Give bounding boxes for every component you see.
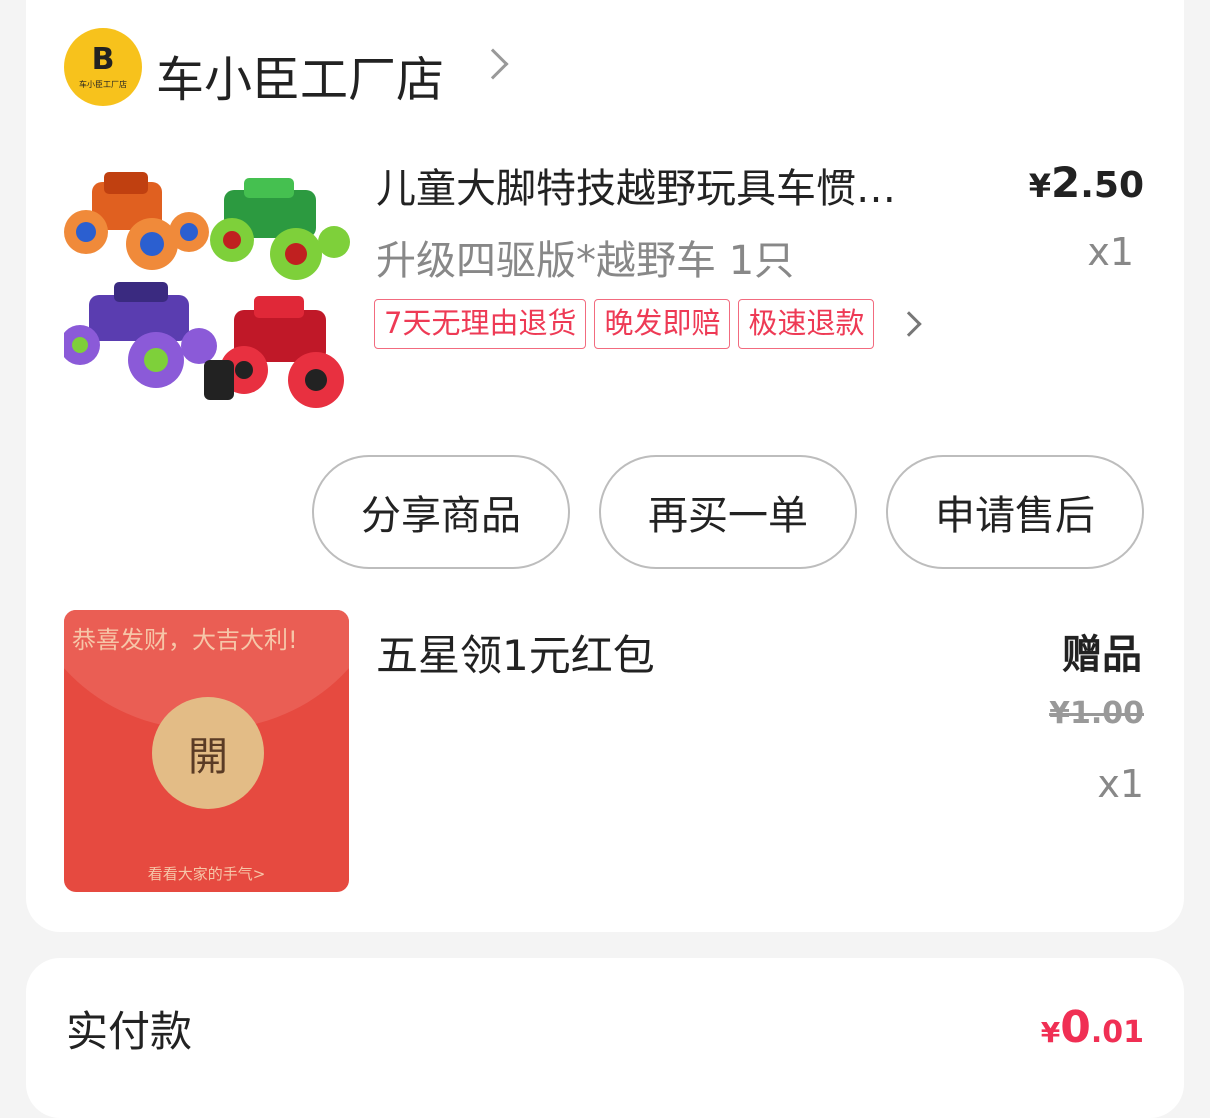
- envelope-greeting: 恭喜发财，大吉大利!: [72, 626, 298, 654]
- tag-7day-return: 7天无理由退货: [374, 299, 587, 349]
- toy-car-purple: [64, 282, 217, 388]
- toy-car-green: [210, 178, 350, 280]
- payment-card: 实付款 ¥0.01: [26, 958, 1184, 1118]
- gift-title[interactable]: 五星领1元红包: [376, 622, 655, 683]
- product-image[interactable]: [64, 160, 352, 418]
- order-card: B 车小臣工厂店 车小臣工厂店 儿童大脚特技越野玩具车惯… ¥2.50 升级四驱…: [26, 0, 1184, 932]
- service-tags[interactable]: 7天无理由退货 晚发即赔 极速退款: [374, 299, 923, 349]
- after-sale-button[interactable]: 申请售后: [886, 455, 1144, 569]
- red-envelope-image[interactable]: 恭喜发财，大吉大利! 開 看看大家的手气>: [64, 610, 349, 892]
- toy-car-orange: [64, 172, 209, 270]
- product-quantity: x1: [1087, 230, 1134, 274]
- toy-car-red: [204, 296, 344, 408]
- chevron-right-icon[interactable]: [477, 48, 509, 80]
- tag-fast-refund: 极速退款: [738, 299, 875, 349]
- gift-original-price: ¥1.00: [1049, 696, 1144, 731]
- payment-amount: ¥0.01: [1040, 1002, 1144, 1053]
- chevron-right-icon[interactable]: [896, 311, 923, 337]
- product-price: ¥2.50: [1028, 158, 1144, 207]
- share-product-button[interactable]: 分享商品: [312, 455, 570, 569]
- envelope-note: 看看大家的手气>: [147, 865, 266, 883]
- shop-name[interactable]: 车小臣工厂店: [156, 40, 444, 110]
- shop-logo-text: 车小臣工厂店: [79, 79, 127, 89]
- shop-logo[interactable]: B 车小臣工厂店: [64, 28, 142, 106]
- payment-label: 实付款: [66, 1007, 193, 1056]
- gift-badge: 赠品: [1062, 632, 1142, 678]
- product-title[interactable]: 儿童大脚特技越野玩具车惯…: [376, 156, 966, 214]
- tag-late-compensation: 晚发即赔: [594, 299, 731, 349]
- product-spec: 升级四驱版*越野车 1只: [376, 238, 795, 284]
- envelope-open-icon: 開: [152, 697, 264, 809]
- gift-quantity: x1: [1097, 762, 1144, 806]
- buy-again-button[interactable]: 再买一单: [599, 455, 857, 569]
